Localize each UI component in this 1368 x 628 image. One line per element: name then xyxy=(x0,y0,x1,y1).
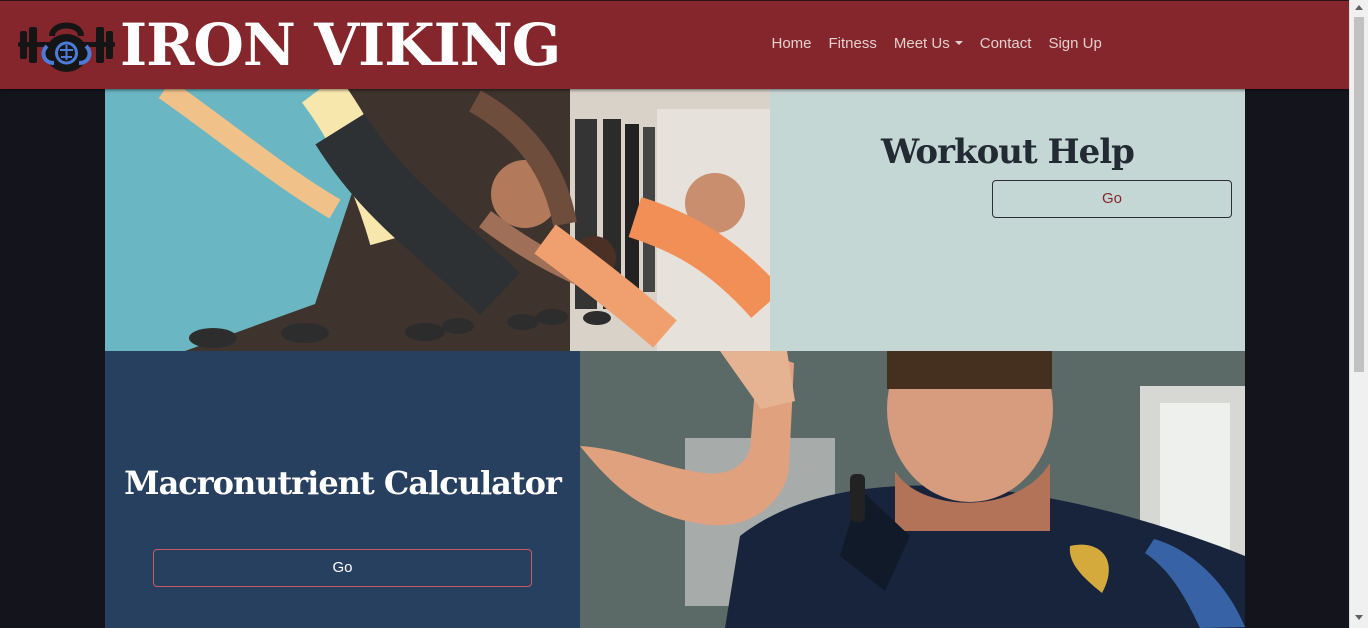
feature-grid: Workout Help Go Macronutrient Calculator… xyxy=(105,89,1245,628)
navbar: IRON VIKING Home Fitness Meet Us Contact… xyxy=(0,0,1349,89)
caret-down-icon xyxy=(954,41,963,45)
scroll-thumb[interactable] xyxy=(1354,17,1364,372)
page-scrollbar[interactable] xyxy=(1349,0,1368,628)
scroll-down-arrow-icon[interactable] xyxy=(1355,615,1363,620)
page: IRON VIKING Home Fitness Meet Us Contact… xyxy=(0,0,1368,628)
nav-sign-up[interactable]: Sign Up xyxy=(1048,35,1102,52)
nav-meet-us-dropdown[interactable]: Meet Us xyxy=(893,35,963,52)
workout-help-title: Workout Help xyxy=(881,132,1135,172)
brand-name[interactable]: IRON VIKING xyxy=(120,12,561,78)
main-nav: Home Fitness Meet Us Contact Sign Up xyxy=(771,35,1102,52)
nav-contact[interactable]: Contact xyxy=(979,35,1032,52)
macronutrient-calculator-panel: Macronutrient Calculator Go xyxy=(105,351,580,628)
kettlebell-logo-icon[interactable] xyxy=(18,15,115,73)
workout-help-go-button[interactable]: Go xyxy=(992,180,1232,218)
macronutrient-calculator-go-button[interactable]: Go xyxy=(153,549,532,587)
police-officer-image xyxy=(580,351,1245,628)
nav-home[interactable]: Home xyxy=(771,35,812,52)
gym-class-image xyxy=(105,89,770,351)
macronutrient-calculator-title: Macronutrient Calculator xyxy=(124,464,562,502)
nav-meet-us-label: Meet Us xyxy=(893,35,950,52)
nav-fitness[interactable]: Fitness xyxy=(828,35,877,52)
scroll-up-arrow-icon[interactable] xyxy=(1355,5,1363,10)
workout-help-panel: Workout Help Go xyxy=(770,89,1245,351)
